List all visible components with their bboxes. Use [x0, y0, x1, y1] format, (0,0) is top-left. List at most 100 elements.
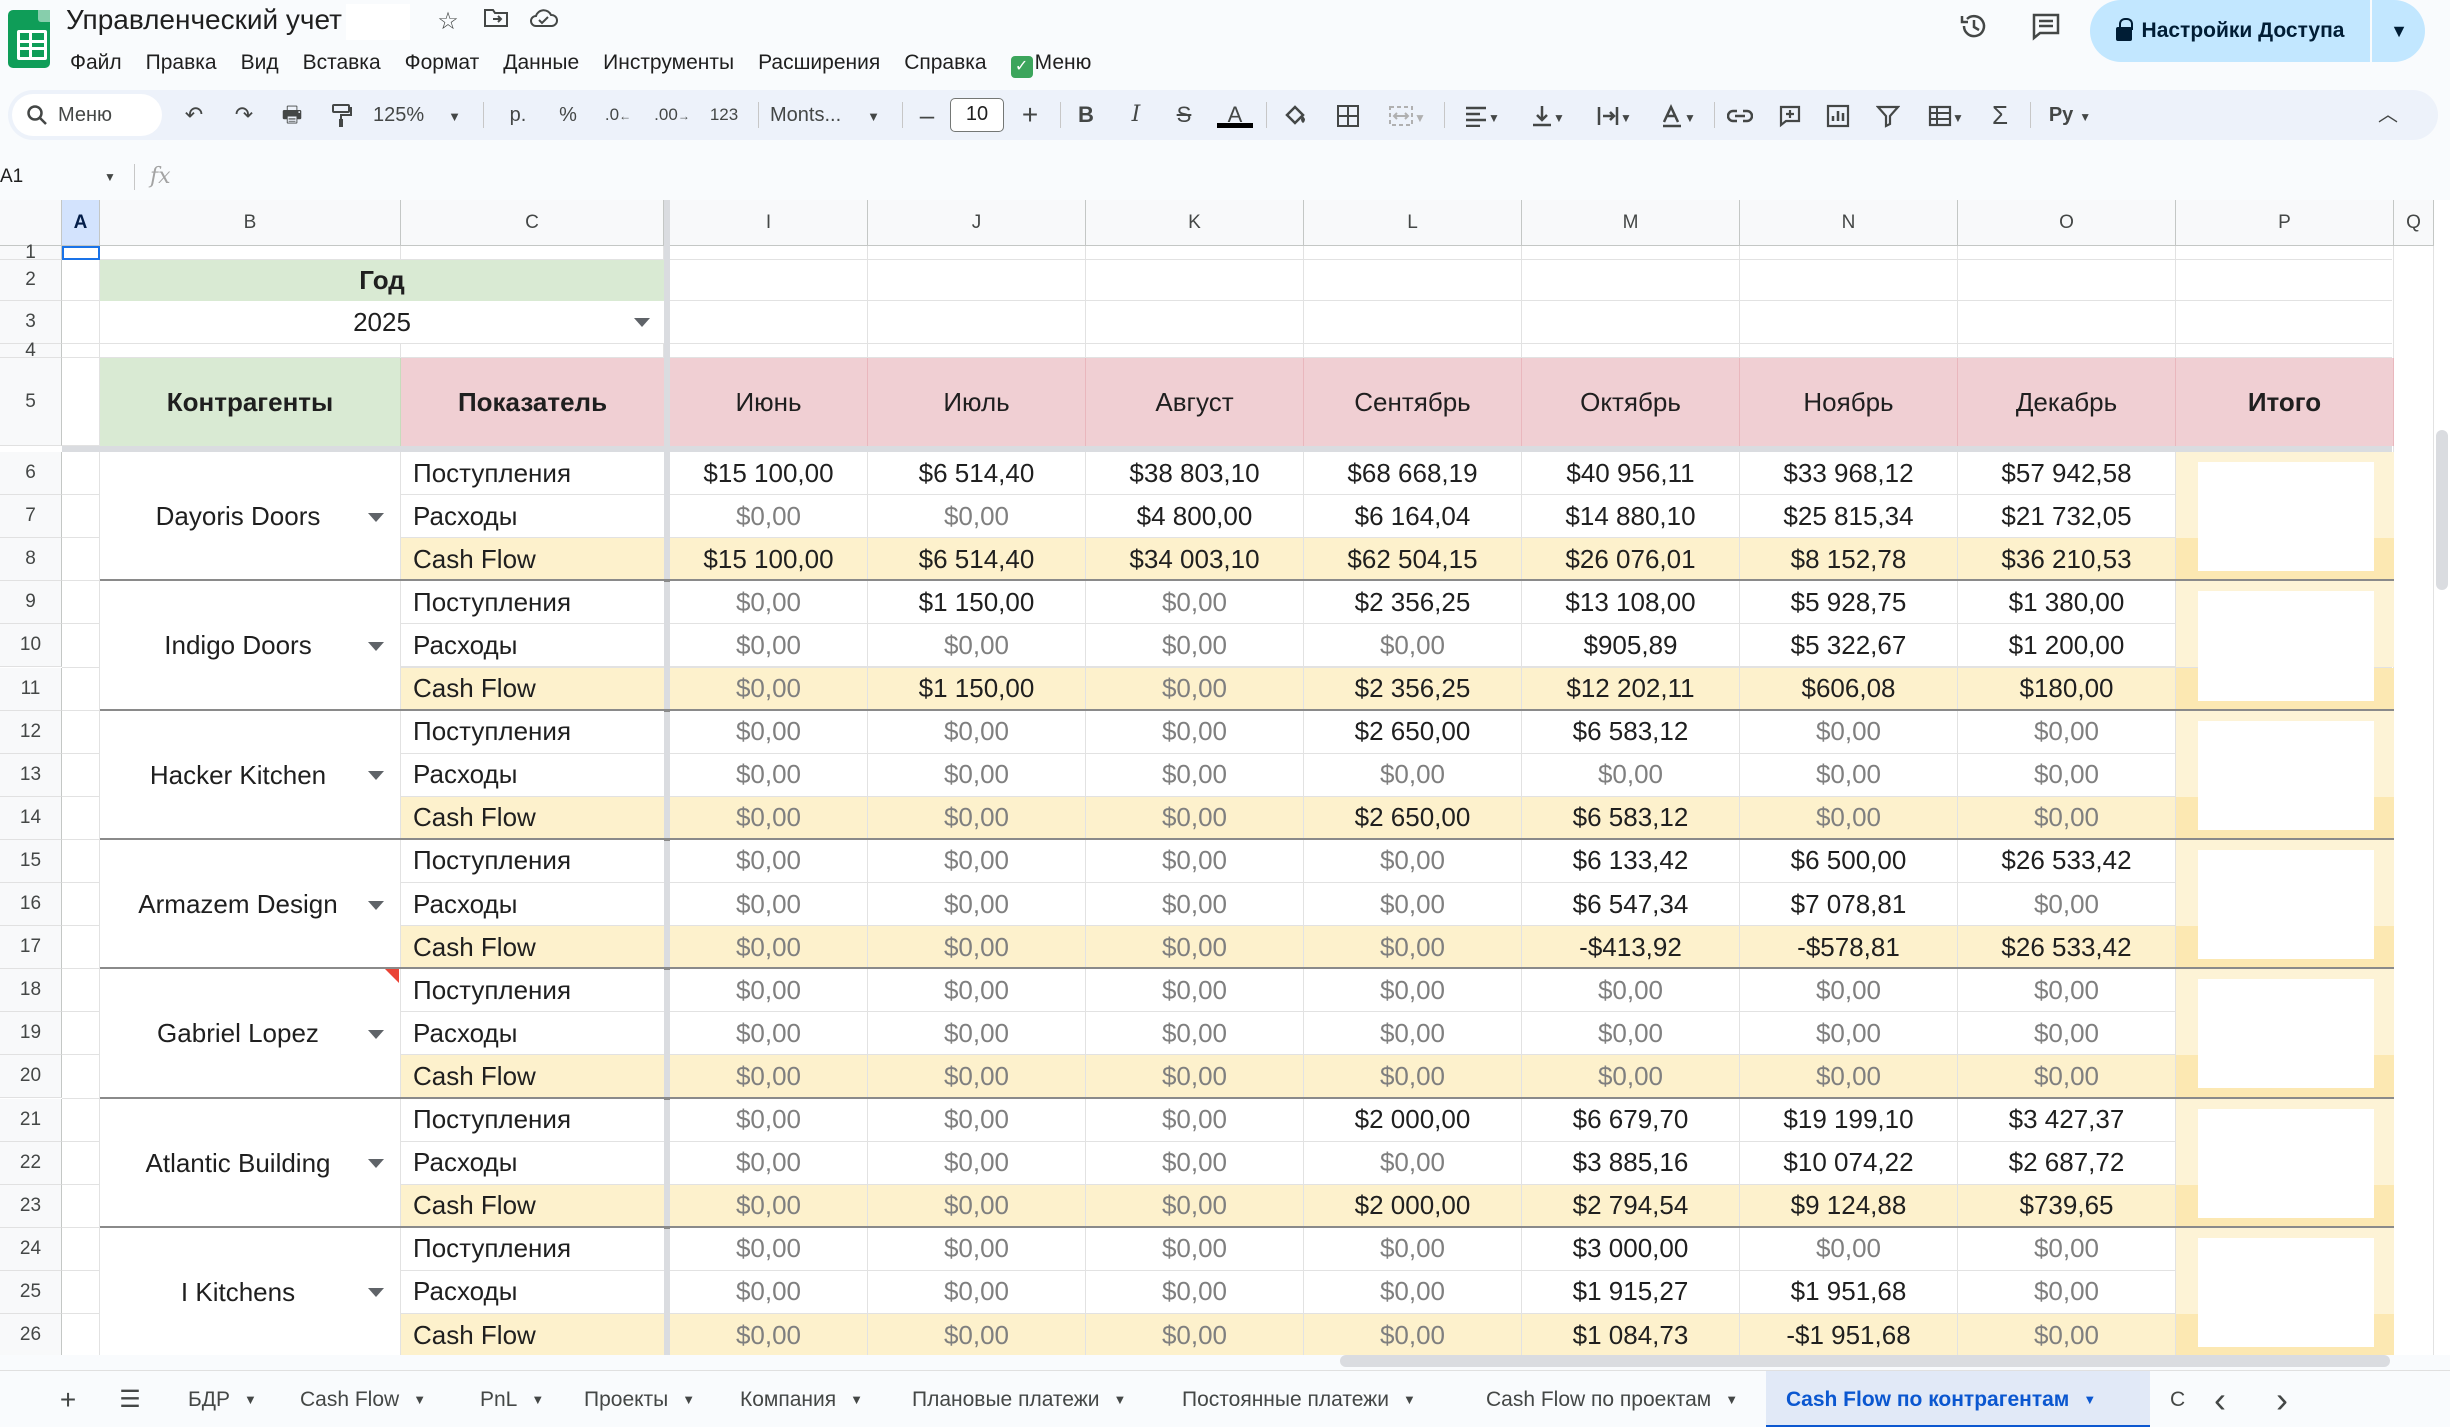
- value-cell[interactable]: $180,00: [1958, 667, 2176, 711]
- value-cell[interactable]: $0,00: [868, 1012, 1086, 1056]
- value-cell[interactable]: $0,00: [868, 796, 1086, 840]
- value-cell[interactable]: $606,08: [1740, 667, 1958, 711]
- value-cell[interactable]: $2 000,00: [1304, 1184, 1522, 1228]
- search-menus-input[interactable]: Меню: [12, 94, 162, 136]
- value-cell[interactable]: $1 200,00: [1958, 624, 2176, 668]
- value-cell[interactable]: $0,00: [1304, 839, 1522, 883]
- value-cell[interactable]: $15 100,00: [670, 452, 868, 496]
- row-header-19[interactable]: 19: [0, 1012, 62, 1056]
- row-header-2[interactable]: 2: [0, 260, 62, 301]
- row-header-8[interactable]: 8: [0, 538, 62, 582]
- year-select[interactable]: 2025: [100, 301, 664, 344]
- value-cell[interactable]: $6 547,34: [1522, 883, 1740, 927]
- value-cell[interactable]: $26 533,42: [1958, 926, 2176, 970]
- horizontal-align-icon[interactable]: ▼: [1454, 90, 1510, 140]
- value-cell[interactable]: $1 150,00: [868, 581, 1086, 625]
- value-cell[interactable]: $0,00: [1086, 1184, 1304, 1228]
- value-cell[interactable]: $2 356,25: [1304, 667, 1522, 711]
- percent-format-button[interactable]: %: [548, 90, 588, 140]
- row-header-3[interactable]: 3: [0, 301, 62, 344]
- menu-tools[interactable]: Инструменты: [591, 48, 746, 78]
- all-sheets-icon[interactable]: ☰: [110, 1371, 150, 1427]
- share-dropdown-icon[interactable]: ▼: [2373, 0, 2425, 62]
- value-cell[interactable]: $0,00: [1086, 710, 1304, 754]
- value-cell[interactable]: $905,89: [1522, 624, 1740, 668]
- insert-link-icon[interactable]: [1722, 90, 1758, 140]
- value-cell[interactable]: $0,00: [670, 883, 868, 927]
- history-icon[interactable]: [1952, 10, 1996, 54]
- value-cell[interactable]: $0,00: [670, 624, 868, 668]
- row-header-10[interactable]: 10: [0, 624, 62, 668]
- value-cell[interactable]: $26 076,01: [1522, 538, 1740, 582]
- sheet-tab[interactable]: PnL ▼: [460, 1371, 544, 1427]
- value-cell[interactable]: $0,00: [1958, 710, 2176, 754]
- value-cell[interactable]: $0,00: [670, 667, 868, 711]
- counterparty-dropdown-icon[interactable]: [368, 1159, 384, 1169]
- value-cell[interactable]: $0,00: [1086, 883, 1304, 927]
- value-cell[interactable]: $40 956,11: [1522, 452, 1740, 496]
- value-cell[interactable]: $3 885,16: [1522, 1141, 1740, 1185]
- value-cell[interactable]: $19 199,10: [1740, 1098, 1958, 1142]
- comments-icon[interactable]: [2024, 10, 2068, 54]
- value-cell[interactable]: $1 150,00: [868, 667, 1086, 711]
- value-cell[interactable]: $0,00: [868, 1184, 1086, 1228]
- value-cell[interactable]: $0,00: [1740, 796, 1958, 840]
- menu-custom[interactable]: ✓ Меню: [999, 48, 1104, 78]
- year-dropdown-icon[interactable]: [634, 318, 650, 327]
- filter-icon[interactable]: [1870, 90, 1906, 140]
- value-cell[interactable]: $2 000,00: [1304, 1098, 1522, 1142]
- value-cell[interactable]: $739,65: [1958, 1184, 2176, 1228]
- value-cell[interactable]: $2 687,72: [1958, 1141, 2176, 1185]
- row-header-17[interactable]: 17: [0, 926, 62, 970]
- zoom-select[interactable]: 125% ▼: [372, 90, 462, 140]
- value-cell[interactable]: $21 732,05: [1958, 495, 2176, 539]
- row-header-16[interactable]: 16: [0, 883, 62, 927]
- value-cell[interactable]: $0,00: [1304, 1055, 1522, 1099]
- menu-view[interactable]: Вид: [229, 48, 291, 78]
- value-cell[interactable]: $7 078,81: [1740, 883, 1958, 927]
- value-cell[interactable]: $0,00: [670, 1098, 868, 1142]
- value-cell[interactable]: $0,00: [1958, 1055, 2176, 1099]
- value-cell[interactable]: $0,00: [1304, 1012, 1522, 1056]
- share-button[interactable]: Настройки Доступа ▼: [2090, 0, 2425, 62]
- value-cell[interactable]: $0,00: [1086, 753, 1304, 797]
- row-header-5[interactable]: 5: [0, 358, 62, 446]
- row-header-24[interactable]: 24: [0, 1227, 62, 1271]
- strikethrough-icon[interactable]: S: [1166, 90, 1202, 140]
- name-box[interactable]: A1: [0, 162, 120, 192]
- counterparty-dropdown-icon[interactable]: [368, 512, 384, 522]
- value-cell[interactable]: $6 583,12: [1522, 710, 1740, 754]
- value-cell[interactable]: $0,00: [1086, 1270, 1304, 1314]
- font-size-input[interactable]: 10: [950, 98, 1004, 132]
- value-cell[interactable]: $0,00: [670, 1184, 868, 1228]
- column-header-A[interactable]: A: [62, 200, 100, 246]
- value-cell[interactable]: $0,00: [1304, 624, 1522, 668]
- value-cell[interactable]: $2 650,00: [1304, 796, 1522, 840]
- chevron-down-icon[interactable]: ▼: [413, 1371, 426, 1427]
- value-cell[interactable]: $0,00: [868, 1314, 1086, 1355]
- font-family-select[interactable]: Monts... ▼: [770, 90, 890, 140]
- row-header-21[interactable]: 21: [0, 1098, 62, 1142]
- value-cell[interactable]: $2 356,25: [1304, 581, 1522, 625]
- counterparty-name[interactable]: Hacker Kitchen: [100, 710, 401, 840]
- row-header-23[interactable]: 23: [0, 1184, 62, 1228]
- value-cell[interactable]: $62 504,15: [1304, 538, 1522, 582]
- column-header-K[interactable]: K: [1086, 200, 1304, 246]
- fill-color-icon[interactable]: [1276, 90, 1316, 140]
- value-cell[interactable]: $0,00: [1086, 969, 1304, 1013]
- value-cell[interactable]: $0,00: [1304, 883, 1522, 927]
- number-format-button[interactable]: 123: [702, 90, 746, 140]
- value-cell[interactable]: $0,00: [1304, 1314, 1522, 1355]
- value-cell[interactable]: $0,00: [670, 1227, 868, 1271]
- value-cell[interactable]: $0,00: [868, 883, 1086, 927]
- chevron-down-icon[interactable]: ▼: [1403, 1371, 1416, 1427]
- value-cell[interactable]: $6 500,00: [1740, 839, 1958, 883]
- row-header-9[interactable]: 9: [0, 581, 62, 625]
- redo-icon[interactable]: ↷: [226, 90, 262, 140]
- bold-icon[interactable]: B: [1068, 90, 1104, 140]
- font-size-increase-button[interactable]: +: [1012, 90, 1048, 140]
- value-cell[interactable]: $0,00: [1740, 969, 1958, 1013]
- share-main-button[interactable]: Настройки Доступа: [2090, 0, 2372, 62]
- value-cell[interactable]: $6 514,40: [868, 452, 1086, 496]
- row-header-4[interactable]: 4: [0, 340, 62, 361]
